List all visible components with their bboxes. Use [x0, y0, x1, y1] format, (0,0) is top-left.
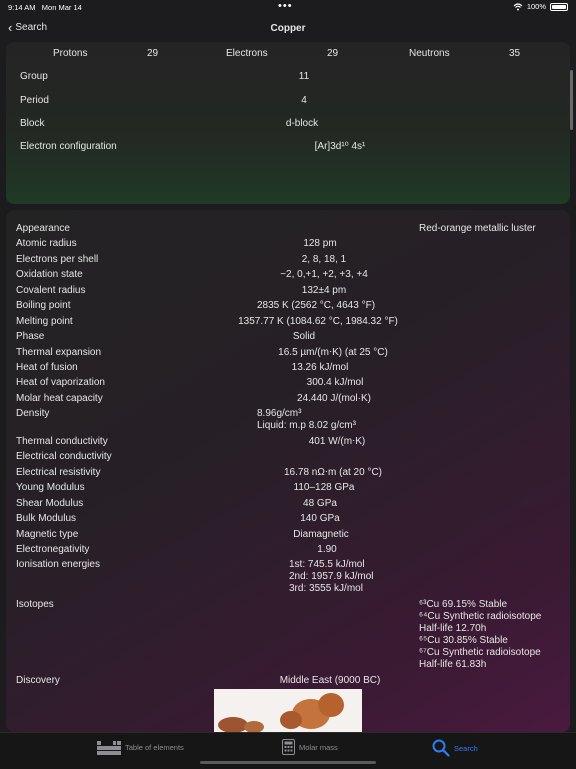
status-time-date: 9:14 AM Mon Mar 14 [8, 3, 82, 12]
tab-label: Molar mass [299, 742, 338, 752]
density-value: 8.96g/cm³ Liquid: m.p 8.02 g/cm³ [257, 408, 356, 432]
ionisation-energy-1: 1st: 745.5 kJ/mol [289, 559, 365, 570]
electron-configuration-label: Electron configuration [20, 141, 117, 152]
molar-heat-capacity-value: 24.440 J/(mol·K) [297, 393, 371, 404]
appearance-value: Red-orange metallic luster [419, 223, 536, 234]
electrons-label: Electrons [226, 48, 268, 59]
electrical-conductivity-label: Electrical conductivity [16, 451, 112, 462]
covalent-radius-label: Covalent radius [16, 285, 86, 296]
isotope-line: ⁶³Cu 69.15% Stable [419, 599, 508, 610]
copper-sample-image [214, 689, 362, 732]
density-liquid: Liquid: m.p 8.02 g/cm³ [257, 420, 356, 431]
period-value: 4 [301, 95, 307, 106]
bulk-modulus-label: Bulk Modulus [16, 513, 77, 524]
density-label: Density [16, 408, 50, 419]
covalent-radius-value: 132±4 pm [301, 285, 347, 296]
block-value: d-block [285, 118, 319, 129]
boiling-point-value: 2835 K (2562 °C, 4643 °F) [256, 300, 376, 311]
ionisation-energies-value: 1st: 745.5 kJ/mol 2nd: 1957.9 kJ/mol 3rd… [289, 559, 374, 595]
particle-counts: Protons 29 Electrons 29 Neutrons 35 [0, 48, 576, 60]
isotope-line: ⁶⁴Cu Synthetic radioisotope [419, 611, 542, 622]
heat-of-vaporization-label: Heat of vaporization [16, 377, 105, 388]
neutrons-value: 35 [509, 48, 521, 59]
ionisation-energy-3: 3rd: 3555 kJ/mol [289, 583, 363, 594]
molar-heat-capacity-label: Molar heat capacity [16, 393, 103, 404]
thermal-conductivity-value: 401 W/(m⋅K) [308, 436, 366, 447]
copper-nugget [244, 721, 264, 732]
battery-icon [550, 2, 568, 11]
isotope-line: Half-life 61.83h [419, 659, 487, 670]
neutrons-label: Neutrons [409, 48, 450, 59]
bulk-modulus-value: 140 GPa [300, 513, 340, 524]
magnetic-type-label: Magnetic type [16, 529, 79, 540]
period-label: Period [20, 95, 49, 106]
discovery-label: Discovery [16, 675, 60, 686]
appearance-label: Appearance [16, 223, 70, 234]
periodic-table-icon [97, 741, 121, 755]
status-date: Mon Mar 14 [41, 3, 82, 12]
heat-of-vaporization-value: 300.4 kJ/mol [306, 377, 364, 388]
electrical-resistivity-label: Electrical resistivity [16, 467, 101, 478]
status-right: 100% [513, 2, 568, 11]
copper-nugget [318, 693, 344, 717]
melting-point-label: Melting point [16, 316, 73, 327]
thermal-conductivity-label: Thermal conductivity [16, 436, 108, 447]
thermal-expansion-label: Thermal expansion [16, 347, 102, 358]
density-solid: 8.96g/cm³ [257, 408, 302, 419]
tab-table-of-elements[interactable]: Table of elements [97, 739, 184, 755]
group-value: 11 [298, 71, 310, 82]
block-label: Block [20, 118, 45, 129]
heat-of-fusion-value: 13.26 kJ/mol [291, 362, 349, 373]
electrons-per-shell-value: 2, 8, 18, 1 [301, 254, 347, 265]
tab-search[interactable]: Search [432, 739, 478, 757]
multitasking-dots-icon[interactable]: ••• [278, 0, 293, 12]
tab-molar-mass[interactable]: Molar mass [282, 739, 338, 755]
phase-value: Solid [292, 331, 316, 342]
thermal-expansion-value: 16.5 µm/(m⋅K) (at 25 °C) [278, 347, 388, 358]
electrons-value: 29 [327, 48, 339, 59]
isotopes-value: ⁶³Cu 69.15% Stable ⁶⁴Cu Synthetic radioi… [419, 599, 541, 671]
atomic-radius-label: Atomic radius [16, 238, 77, 249]
scrollbar[interactable] [570, 70, 573, 130]
shear-modulus-label: Shear Modulus [16, 498, 84, 509]
ionisation-energy-2: 2nd: 1957.9 kJ/mol [289, 571, 374, 582]
electrons-per-shell-label: Electrons per shell [16, 254, 99, 265]
isotope-line: Half-life 12.70h [419, 623, 487, 634]
discovery-value: Middle East (9000 BC) [279, 675, 381, 686]
tab-label: Table of elements [125, 742, 184, 752]
phase-label: Phase [16, 331, 45, 342]
page-title: Copper [270, 23, 306, 34]
young-modulus-label: Young Modulus [16, 482, 85, 493]
electron-configuration-value: [Ar]3d¹⁰ 4s¹ [314, 141, 366, 152]
electrical-resistivity-value: 16.78 nΩ⋅m (at 20 °C) [283, 467, 383, 478]
battery-percent: 100% [526, 2, 546, 11]
group-label: Group [20, 71, 48, 82]
ionisation-energies-label: Ionisation energies [16, 559, 100, 570]
tab-label: Search [454, 743, 478, 753]
wifi-icon [513, 2, 523, 10]
navigation-bar: ‹ Search Copper [0, 14, 576, 42]
search-icon [432, 739, 450, 757]
calculator-icon [282, 739, 295, 755]
isotope-line: ⁶⁵Cu 30.85% Stable [419, 635, 508, 646]
young-modulus-value: 110–128 GPa [293, 482, 355, 493]
protons-value: 29 [147, 48, 159, 59]
status-time: 9:14 AM [8, 3, 36, 12]
oxidation-state-value: −2, 0,+1, +2, +3, +4 [280, 269, 368, 280]
atomic-radius-value: 128 pm [303, 238, 337, 249]
electronegativity-value: 1.90 [317, 544, 337, 555]
copper-nugget [280, 711, 302, 729]
protons-label: Protons [53, 48, 88, 59]
boiling-point-label: Boiling point [16, 300, 71, 311]
isotopes-label: Isotopes [16, 599, 54, 610]
shear-modulus-value: 48 GPa [303, 498, 337, 509]
isotope-line: ⁶⁷Cu Synthetic radioisotope [419, 647, 541, 658]
oxidation-state-label: Oxidation state [16, 269, 83, 280]
status-bar: 9:14 AM Mon Mar 14 ••• 100% [0, 0, 576, 14]
home-indicator[interactable] [200, 761, 376, 764]
electronegativity-label: Electronegativity [16, 544, 90, 555]
magnetic-type-value: Diamagnetic [293, 529, 349, 540]
melting-point-value: 1357.77 K (1084.62 °C, 1984.32 °F) [238, 316, 398, 327]
heat-of-fusion-label: Heat of fusion [16, 362, 78, 373]
